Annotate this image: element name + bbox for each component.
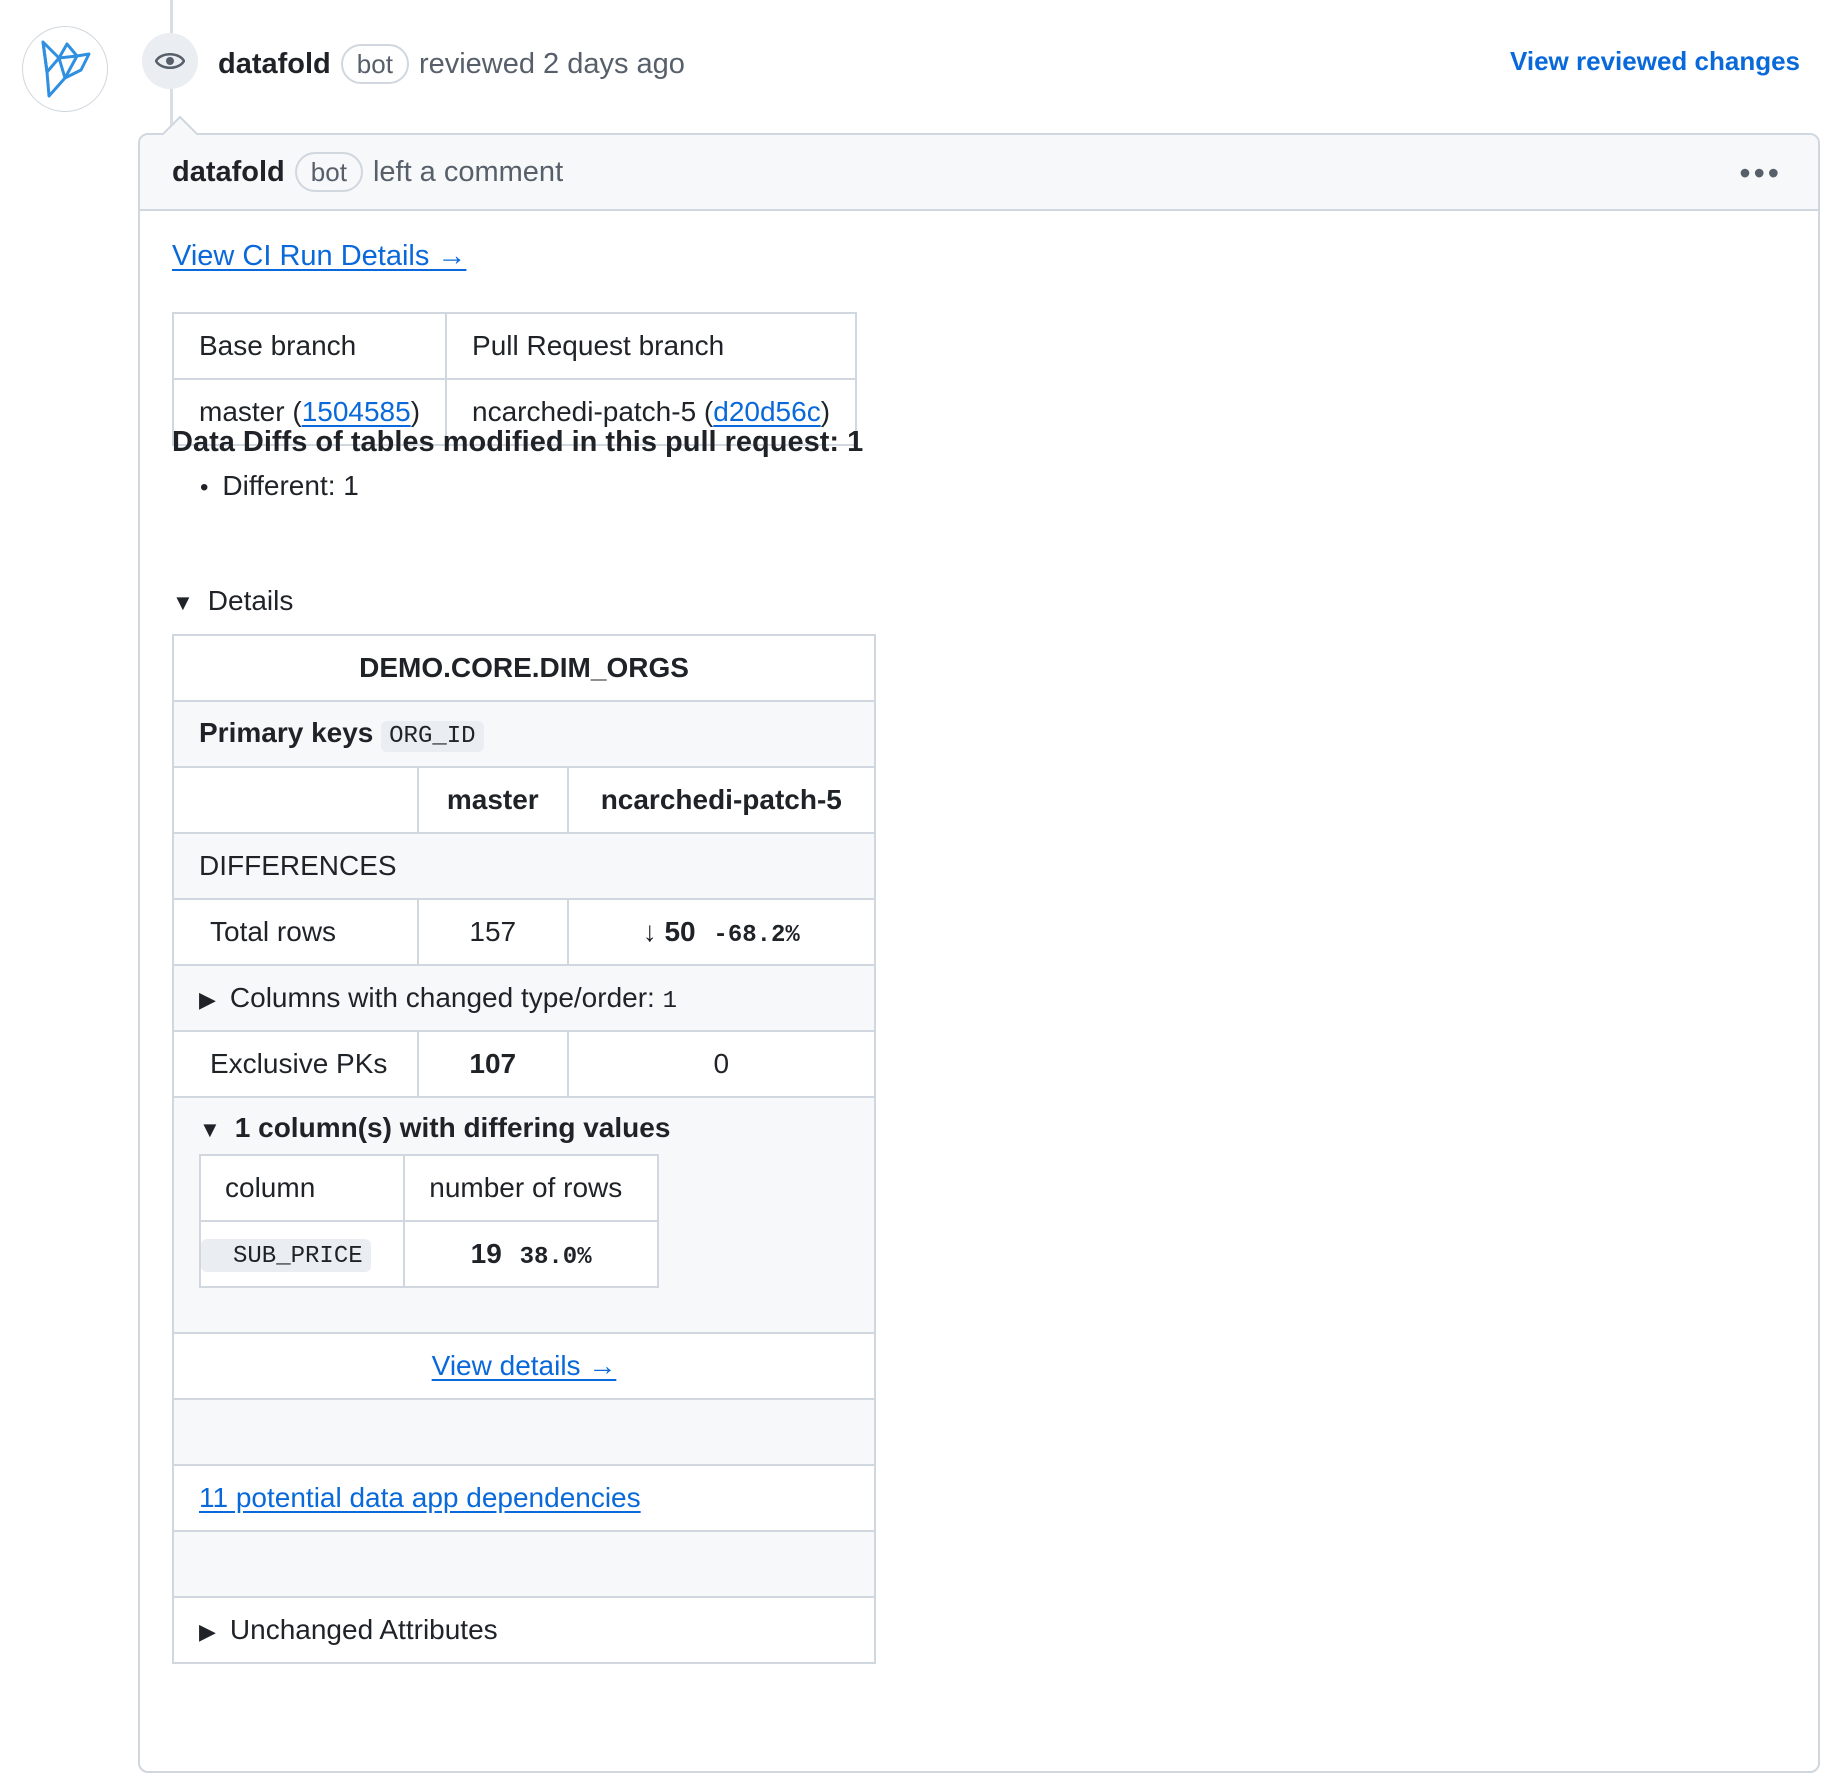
- differing-values-toggle[interactable]: ▼ 1 column(s) with differing values: [199, 1112, 849, 1144]
- pr-branch-header: Pull Request branch: [445, 312, 858, 380]
- total-rows-label: Total rows: [172, 898, 419, 966]
- data-app-dependencies-link[interactable]: 11 potential data app dependencies: [199, 1482, 641, 1513]
- exclusive-pks-label: Exclusive PKs: [172, 1030, 419, 1098]
- total-rows-pr-cell: ↓ 50 -68.2%: [566, 898, 877, 966]
- base-sha-link[interactable]: 1504585: [302, 396, 411, 427]
- datafold-logo-icon: [41, 40, 91, 98]
- dependencies-cell: 11 potential data app dependencies: [172, 1464, 876, 1532]
- comment-header: datafold bot left a comment •••: [140, 135, 1818, 211]
- total-rows-pr: ↓ 50: [642, 915, 696, 947]
- review-author[interactable]: datafold: [218, 48, 331, 81]
- view-details-cell: View details →: [172, 1332, 876, 1400]
- exclusive-pks-base: 107: [416, 1030, 569, 1098]
- review-action: reviewed 2 days ago: [418, 47, 685, 80]
- pr-branch-name: ncarchedi-patch-5: [472, 396, 697, 427]
- changed-columns-label: Columns with changed type/order:: [229, 981, 655, 1013]
- exclusive-pks-pr: 0: [566, 1030, 877, 1098]
- pr-column-header: ncarchedi-patch-5: [566, 766, 877, 834]
- changed-columns-toggle[interactable]: ▶ Columns with changed type/order: 1: [172, 964, 876, 1032]
- primary-keys-row: Primary keys ORG_ID: [172, 700, 876, 768]
- comment-author[interactable]: datafold: [172, 156, 285, 189]
- eye-icon: [142, 33, 198, 89]
- base-column-header: master: [416, 766, 569, 834]
- unchanged-attributes-label: Unchanged Attributes: [229, 1614, 498, 1645]
- table-name: DEMO.CORE.DIM_ORGS: [172, 634, 876, 702]
- triangle-right-icon: ▶: [199, 986, 216, 1012]
- kebab-horizontal-icon[interactable]: •••: [1739, 155, 1782, 192]
- review-comment: datafold bot left a comment ••• View CI …: [138, 115, 1820, 1773]
- base-branch-header: Base branch: [171, 312, 448, 380]
- bot-badge: bot: [340, 44, 409, 84]
- details-label: Details: [207, 585, 294, 616]
- triangle-down-icon: ▼: [172, 590, 194, 615]
- empty-header-cell: [172, 766, 419, 834]
- inner-rows-value: 19: [470, 1237, 502, 1269]
- triangle-down-icon: ▼: [199, 1117, 221, 1142]
- differing-values-section: ▼ 1 column(s) with differing values colum…: [172, 1096, 876, 1334]
- spacer-row: [172, 1398, 876, 1466]
- differences-label: DIFFERENCES: [172, 832, 876, 900]
- review-event: datafold bot reviewed 2 days ago: [218, 42, 685, 86]
- comment-action: left a comment: [372, 155, 564, 188]
- summary-list: Different: 1: [200, 470, 358, 502]
- differing-values-table: column number of rows SUB_PRICE 19 38.0%: [198, 1154, 659, 1288]
- comment-body: View CI Run Details → Base branch Pull R…: [171, 240, 1786, 1664]
- summary-title: Data Diffs of tables modified in this pu…: [172, 426, 864, 458]
- total-rows-pct: -68.2%: [713, 921, 800, 949]
- view-details-link[interactable]: View details →: [432, 1350, 617, 1381]
- diff-table: DEMO.CORE.DIM_ORGS Primary keys ORG_ID m…: [172, 634, 877, 1664]
- inner-rows-cell: 19 38.0%: [403, 1220, 659, 1288]
- view-ci-run-details-link[interactable]: View CI Run Details →: [172, 240, 466, 273]
- sub-price-chip: SUB_PRICE: [201, 1238, 371, 1272]
- inner-column-cell: SUB_PRICE: [198, 1220, 406, 1288]
- base-branch-name: master: [199, 396, 285, 427]
- bot-badge: bot: [294, 152, 363, 192]
- summary-item: Different: 1: [200, 470, 358, 502]
- total-rows-base: 157: [416, 898, 569, 966]
- primary-keys-label: Primary keys: [199, 716, 374, 748]
- unchanged-attributes-toggle[interactable]: ▶ Unchanged Attributes: [172, 1596, 876, 1664]
- datafold-avatar[interactable]: [22, 26, 108, 112]
- inner-rows-pct: 38.0%: [519, 1243, 592, 1271]
- spacer-row: [172, 1530, 876, 1598]
- pr-sha-link[interactable]: d20d56c: [713, 396, 820, 427]
- inner-column-header: column: [198, 1154, 406, 1222]
- triangle-right-icon: ▶: [199, 1619, 216, 1644]
- differing-values-label: 1 column(s) with differing values: [234, 1112, 671, 1143]
- details-toggle[interactable]: ▼ Details: [172, 585, 293, 617]
- changed-columns-count: 1: [662, 987, 678, 1015]
- view-reviewed-changes-link[interactable]: View reviewed changes: [1510, 46, 1800, 77]
- inner-rows-header: number of rows: [403, 1154, 659, 1222]
- primary-key-chip: ORG_ID: [381, 720, 484, 752]
